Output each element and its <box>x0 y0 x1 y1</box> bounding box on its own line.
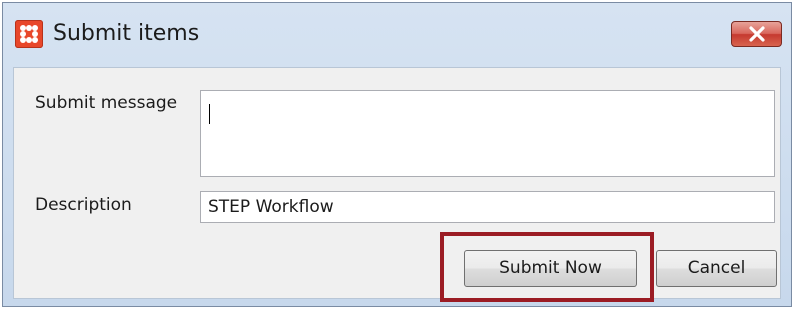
close-button[interactable] <box>731 21 782 47</box>
dialog-title: Submit items <box>53 21 200 46</box>
title-bar[interactable]: Submit items <box>3 3 791 67</box>
cancel-button[interactable]: Cancel <box>656 250 777 287</box>
submit-message-input[interactable] <box>200 90 775 177</box>
submit-items-dialog: Submit items Submit message Description … <box>2 2 792 307</box>
description-input[interactable]: STEP Workflow <box>200 191 775 223</box>
dialog-body: Submit message Description STEP Workflow… <box>13 67 781 302</box>
close-icon <box>749 26 765 42</box>
description-label: Description <box>35 195 132 215</box>
submit-now-button[interactable]: Submit Now <box>464 250 637 287</box>
app-icon <box>15 20 43 48</box>
text-caret <box>209 104 210 124</box>
submit-message-label: Submit message <box>35 93 178 113</box>
